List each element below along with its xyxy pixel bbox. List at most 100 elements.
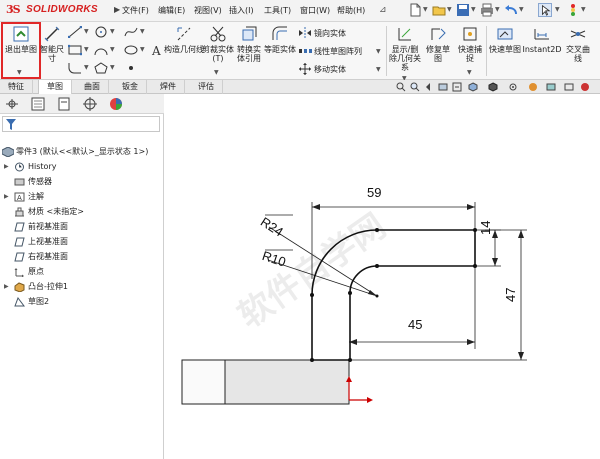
apply-scene-icon[interactable]: [546, 82, 556, 92]
pin-menu-icon[interactable]: ⊿: [379, 5, 387, 15]
new-dropdown-caret-icon[interactable]: ▼: [423, 6, 428, 13]
quick-snaps-button[interactable]: 快速捕捉: [456, 25, 484, 63]
part-body-face[interactable]: [224, 359, 350, 405]
show-delete-relations-button[interactable]: 显示/删除几何关系: [388, 25, 422, 72]
view-orientation-icon[interactable]: [468, 82, 478, 92]
tree-item-annotations[interactable]: ▶ A 注解: [4, 190, 160, 204]
select-dropdown-caret-icon[interactable]: ▼: [555, 6, 560, 13]
display-style-icon[interactable]: [488, 82, 498, 92]
text-tool-icon[interactable]: A: [150, 44, 164, 56]
section-view-icon[interactable]: [438, 82, 448, 92]
tree-item-front-plane[interactable]: 前视基准面: [4, 220, 160, 234]
menu-tools[interactable]: 工具(T): [264, 5, 291, 16]
dimension-14-label[interactable]: 14: [478, 221, 493, 235]
arc-caret-icon[interactable]: ▼: [110, 46, 115, 53]
origin-marker[interactable]: [348, 380, 369, 401]
rapid-sketch-button[interactable]: 快速草图: [488, 25, 522, 54]
open-document-icon[interactable]: [432, 3, 446, 17]
offset-entities-button[interactable]: 等距实体: [264, 25, 296, 54]
circle-tool-icon[interactable]: [94, 26, 108, 38]
linear-pattern-label[interactable]: 线性草图阵列: [314, 46, 362, 57]
line-caret-icon[interactable]: ▼: [84, 28, 89, 35]
arc-tool-icon[interactable]: [94, 44, 108, 56]
feature-manager-tab-icon[interactable]: [2, 96, 22, 112]
tab-sheet-metal[interactable]: 钣金: [114, 80, 147, 94]
print-dropdown-caret-icon[interactable]: ▼: [495, 6, 500, 13]
fillet-tool-icon[interactable]: [68, 62, 82, 74]
property-manager-tab-icon[interactable]: [28, 96, 48, 112]
rectangle-caret-icon[interactable]: ▼: [84, 46, 89, 53]
move-entities-label[interactable]: 移动实体: [314, 64, 346, 75]
menu-file[interactable]: 文件(F): [122, 5, 149, 16]
smart-dimension-button[interactable]: 智能尺寸: [38, 25, 66, 63]
tree-item-material[interactable]: 材质 <未指定>: [4, 205, 160, 219]
tab-evaluate[interactable]: 评估: [190, 80, 223, 94]
spline-caret-icon[interactable]: ▼: [140, 28, 145, 35]
tree-item-top-plane[interactable]: 上视基准面: [4, 235, 160, 249]
dimxpert-tab-icon[interactable]: [80, 96, 100, 112]
expand-arrow-icon[interactable]: ▶: [4, 190, 12, 204]
print-icon[interactable]: [480, 3, 494, 17]
zoom-to-fit-icon[interactable]: [396, 82, 406, 92]
repair-sketch-button[interactable]: 修复草图: [424, 25, 452, 63]
move-entities-caret-icon[interactable]: ▼: [376, 66, 381, 73]
polygon-tool-icon[interactable]: [94, 62, 108, 74]
menu-insert[interactable]: 插入(I): [229, 5, 254, 16]
menu-view[interactable]: 视图(V): [194, 5, 222, 16]
tree-item-boss-extrude[interactable]: ▶ 凸台-拉伸1: [4, 280, 160, 294]
tab-sketch[interactable]: 草图: [38, 80, 72, 94]
dynamic-annotation-icon[interactable]: [452, 82, 462, 92]
new-document-icon[interactable]: [408, 3, 422, 17]
realview-icon[interactable]: [580, 82, 590, 92]
configuration-manager-tab-icon[interactable]: [54, 96, 74, 112]
part-body-left[interactable]: [181, 359, 226, 405]
previous-view-icon[interactable]: [424, 82, 434, 92]
spline-tool-icon[interactable]: [124, 26, 138, 38]
rectangle-tool-icon[interactable]: [68, 44, 82, 56]
display-manager-tab-icon[interactable]: [106, 96, 126, 112]
solidworks-logo[interactable]: 3S SOLIDWORKS ▶: [6, 3, 120, 19]
line-tool-icon[interactable]: [68, 26, 82, 38]
save-dropdown-caret-icon[interactable]: ▼: [471, 6, 476, 13]
mirror-entities-label[interactable]: 镜向实体: [314, 28, 346, 39]
rebuild-dropdown-caret-icon[interactable]: ▼: [581, 6, 586, 13]
undo-dropdown-caret-icon[interactable]: ▼: [519, 6, 524, 13]
menu-help[interactable]: 帮助(H): [337, 5, 365, 16]
zoom-area-icon[interactable]: [410, 82, 420, 92]
quick-snaps-caret-icon[interactable]: ▼: [467, 69, 472, 76]
hide-show-items-icon[interactable]: [508, 82, 518, 92]
select-cursor-icon[interactable]: [538, 3, 552, 17]
intersection-curve-button[interactable]: 交叉曲线: [564, 25, 592, 63]
tree-item-origin[interactable]: 原点: [4, 265, 160, 279]
linear-pattern-caret-icon[interactable]: ▼: [376, 48, 381, 55]
save-icon[interactable]: [456, 3, 470, 17]
open-dropdown-caret-icon[interactable]: ▼: [447, 6, 452, 13]
exit-sketch-button[interactable]: 退出草图: [4, 25, 38, 54]
edit-appearance-icon[interactable]: [528, 82, 538, 92]
sketch-profile[interactable]: [311, 229, 476, 361]
mirror-entities-icon[interactable]: [298, 27, 312, 39]
fillet-caret-icon[interactable]: ▼: [84, 64, 89, 71]
menu-window[interactable]: 窗口(W): [300, 5, 330, 16]
convert-entities-button[interactable]: 转换实体引用: [234, 25, 264, 63]
construct-geometry-button[interactable]: 构造几何线: [164, 25, 204, 54]
view-settings-icon[interactable]: [564, 82, 574, 92]
move-entities-icon[interactable]: [298, 63, 312, 75]
expand-arrow-icon[interactable]: ▶: [4, 160, 12, 174]
trim-entities-button[interactable]: 剪裁实体(T): [202, 25, 234, 63]
ellipse-caret-icon[interactable]: ▼: [140, 46, 145, 53]
tree-item-history[interactable]: ▶ History: [4, 160, 160, 174]
menu-expand-arrow-icon[interactable]: ▶: [114, 5, 120, 14]
dimension-47-label[interactable]: 47: [503, 288, 518, 302]
polygon-caret-icon[interactable]: ▼: [110, 64, 115, 71]
dimension-59-label[interactable]: 59: [367, 185, 381, 200]
tab-surfaces[interactable]: 曲面: [76, 80, 109, 94]
ellipse-tool-icon[interactable]: [124, 44, 138, 56]
rebuild-icon[interactable]: [566, 3, 580, 17]
circle-caret-icon[interactable]: ▼: [110, 28, 115, 35]
expand-arrow-icon[interactable]: ▶: [4, 280, 12, 294]
undo-icon[interactable]: [504, 3, 518, 17]
filter-icon[interactable]: [6, 119, 16, 130]
tree-item-right-plane[interactable]: 右视基准面: [4, 250, 160, 264]
menu-edit[interactable]: 编辑(E): [158, 5, 185, 16]
